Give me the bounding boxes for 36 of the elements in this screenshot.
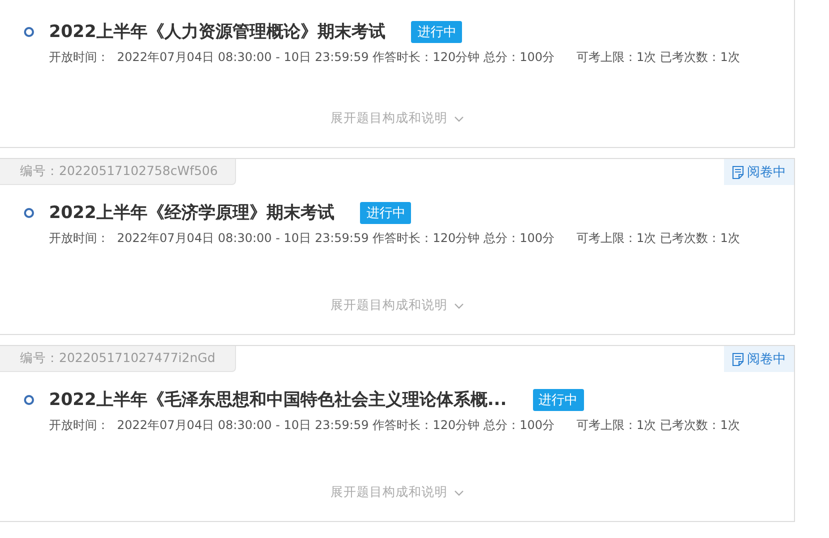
exam-info: 可考上限：1次 bbox=[576, 417, 656, 434]
exam-info: 可考上限：1次 bbox=[576, 230, 656, 247]
exam-info: 开放时间： bbox=[49, 417, 109, 434]
exam-info: 已考次数：1次 bbox=[660, 49, 740, 66]
chevron-down-icon bbox=[454, 116, 464, 122]
bullet-icon bbox=[24, 26, 34, 36]
exam-info: 作答时长：120分钟 bbox=[372, 49, 480, 66]
chevron-down-icon bbox=[454, 302, 464, 308]
exam-code: 编号：202205171027477i2nGd bbox=[0, 346, 236, 372]
exam-info: 2022年07月04日 08:30:00 - 10日 23:59:59 bbox=[117, 417, 369, 434]
bullet-icon bbox=[24, 394, 34, 404]
status-label: 阅卷中 bbox=[747, 351, 786, 368]
exam-info: 开放时间： bbox=[49, 49, 109, 66]
exam-info: 可考上限：1次 bbox=[576, 49, 656, 66]
exam-code: 编号：20220517102758cWf506 bbox=[0, 159, 236, 185]
exam-title[interactable]: 2022上半年《毛泽东思想和中国特色社会主义理论体系概... bbox=[49, 388, 507, 411]
exam-info: 总分：100分 bbox=[484, 417, 555, 434]
exam-title[interactable]: 2022上半年《经济学原理》期末考试 bbox=[49, 201, 334, 224]
exam-info: 已考次数：1次 bbox=[660, 417, 740, 434]
document-icon bbox=[732, 352, 744, 366]
exam-title[interactable]: 2022上半年《人力资源管理概论》期末考试 bbox=[49, 20, 386, 43]
status-label: 阅卷中 bbox=[747, 164, 786, 181]
exam-info: 总分：100分 bbox=[484, 49, 555, 66]
exam-info: 作答时长：120分钟 bbox=[372, 230, 480, 247]
status-badge: 进行中 bbox=[532, 388, 584, 410]
exam-info: 总分：100分 bbox=[484, 230, 555, 247]
exam-info: 已考次数：1次 bbox=[660, 230, 740, 247]
chevron-down-icon bbox=[454, 490, 464, 496]
exam-info: 作答时长：120分钟 bbox=[372, 417, 480, 434]
exam-info: 2022年07月04日 08:30:00 - 10日 23:59:59 bbox=[117, 230, 369, 247]
status-badge: 进行中 bbox=[360, 202, 412, 224]
exam-info: 开放时间： bbox=[49, 230, 109, 247]
status-badge: 进行中 bbox=[411, 20, 462, 42]
document-icon bbox=[732, 166, 744, 178]
exam-info: 2022年07月04日 08:30:00 - 10日 23:59:59 bbox=[117, 49, 369, 66]
bullet-icon bbox=[24, 208, 34, 218]
